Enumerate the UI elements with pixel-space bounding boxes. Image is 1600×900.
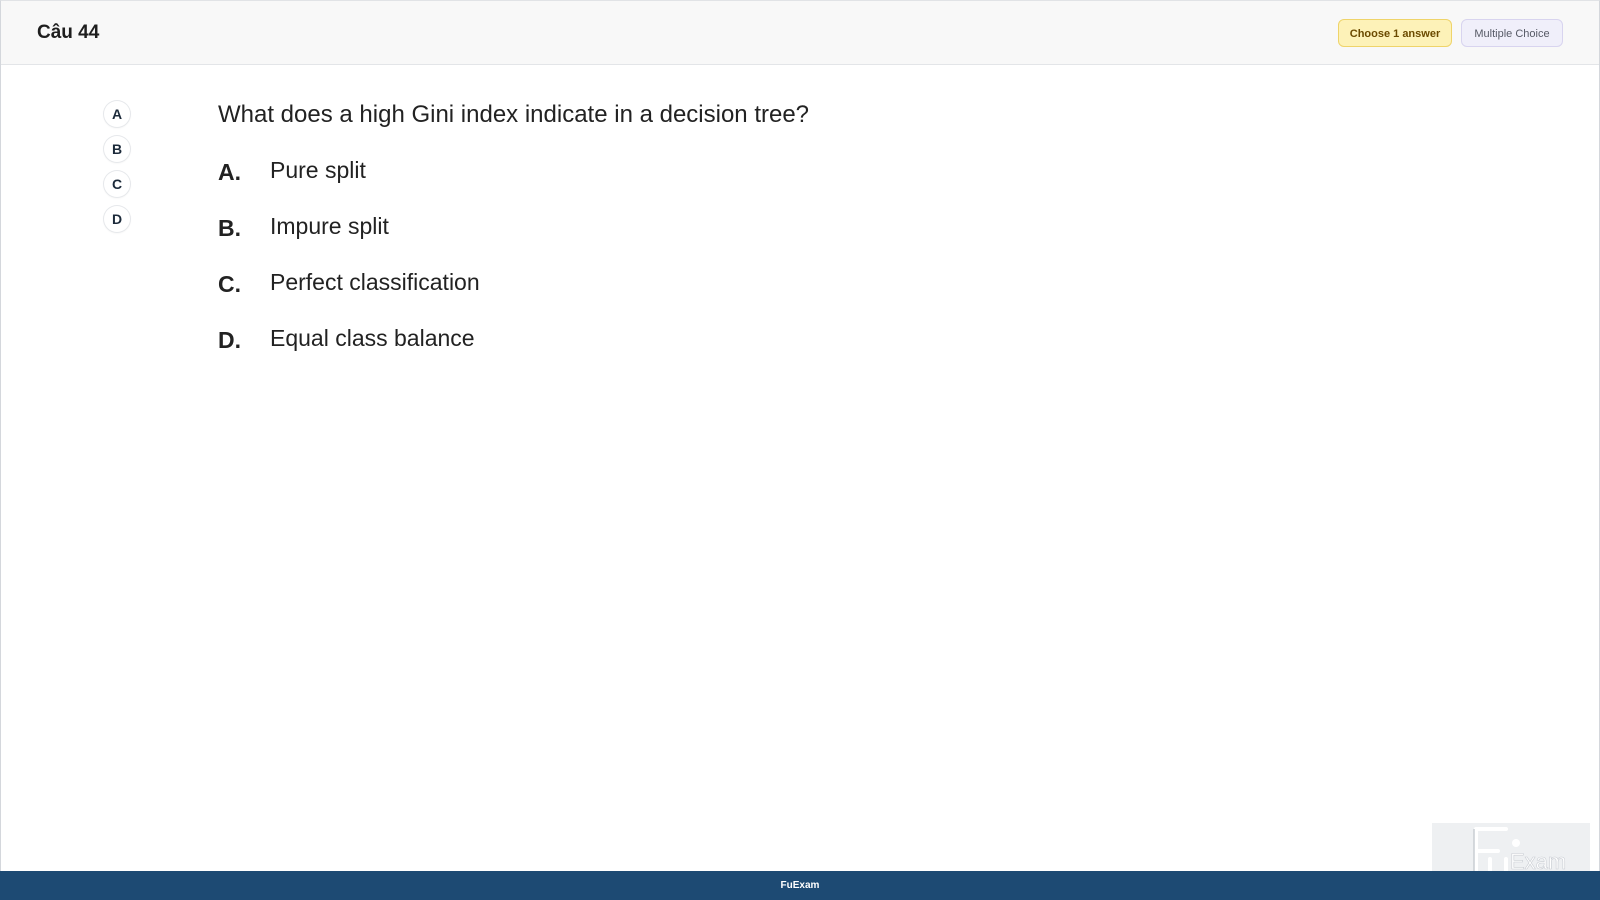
answer-letter: C.	[218, 271, 241, 297]
answer-letter: D.	[218, 327, 241, 353]
answer-text: Impure split	[270, 213, 389, 239]
answer-text: Equal class balance	[270, 325, 475, 351]
answer-letter: B.	[218, 215, 241, 241]
answer-selector: A B C D	[104, 101, 130, 241]
question-text: What does a high Gini index indicate in …	[218, 101, 810, 128]
app-frame: Câu 44 Choose 1 answer Multiple Choice A…	[0, 0, 1600, 899]
answer-letter: A.	[218, 159, 241, 185]
question-type-badge: Multiple Choice	[1461, 19, 1563, 47]
select-option-a[interactable]: A	[104, 101, 130, 127]
footer-label: FuExam	[780, 880, 820, 891]
choose-count-badge: Choose 1 answer	[1338, 19, 1452, 47]
answer-text: Pure split	[270, 157, 366, 183]
select-option-c[interactable]: C	[104, 171, 130, 197]
question-number: Câu 44	[37, 22, 100, 43]
question-header: Câu 44 Choose 1 answer Multiple Choice	[1, 1, 1599, 65]
select-option-d[interactable]: D	[104, 206, 130, 232]
answer-text: Perfect classification	[270, 269, 480, 295]
select-option-b[interactable]: B	[104, 136, 130, 162]
footer-bar: FuExam	[0, 871, 1600, 900]
